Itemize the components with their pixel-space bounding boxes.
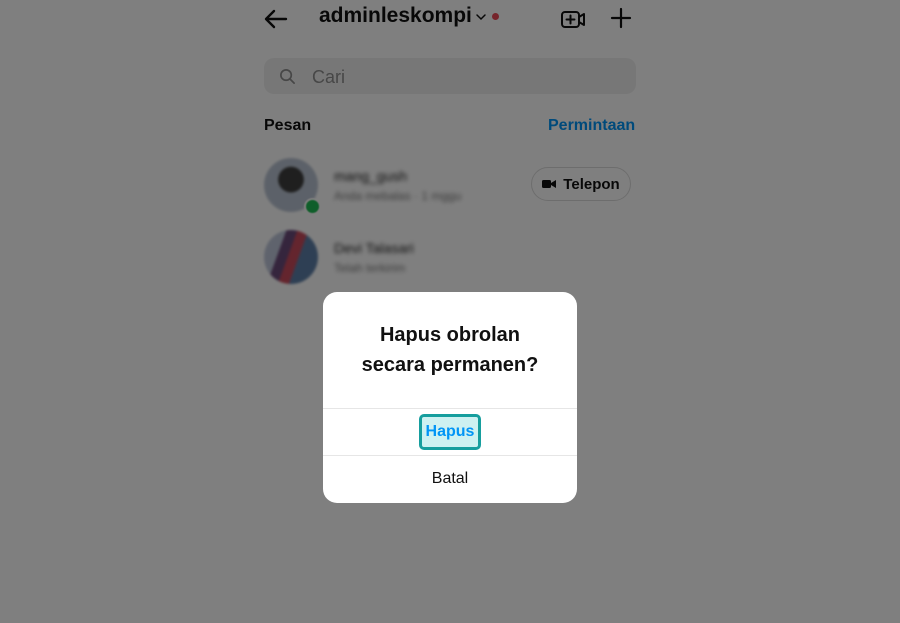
cancel-button[interactable]: Batal	[323, 456, 577, 502]
messages-screen: adminleskompi Pesan Permintaan mang_gush…	[0, 0, 900, 623]
cancel-button-label[interactable]: Batal	[432, 470, 468, 488]
dialog-title-line-2: secara permanen?	[361, 354, 539, 376]
delete-button[interactable]: Hapus	[323, 409, 577, 455]
dialog-title-line-1: Hapus obrolan	[379, 324, 520, 346]
delete-chat-dialog: Hapus obrolan secara permanen? Hapus Bat…	[323, 292, 577, 503]
dialog-title: Hapus obrolan secara permanen?	[323, 320, 577, 380]
delete-button-label[interactable]: Hapus	[418, 414, 482, 450]
